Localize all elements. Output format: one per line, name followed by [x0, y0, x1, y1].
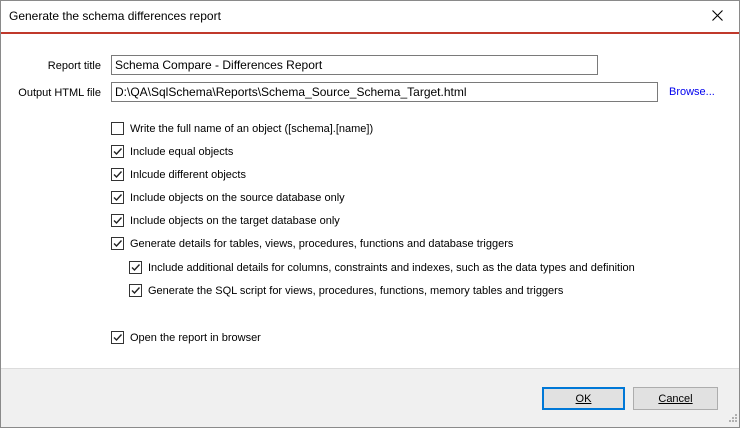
checkbox[interactable] [111, 168, 124, 181]
browse-link[interactable]: Browse... [669, 86, 715, 98]
option-equal-objects[interactable]: Include equal objects [111, 144, 233, 159]
checkbox[interactable] [111, 214, 124, 227]
option-open-browser[interactable]: Open the report in browser [111, 330, 261, 345]
option-label: Open the report in browser [130, 331, 261, 344]
resize-grip-icon[interactable] [727, 412, 737, 425]
option-different-objects[interactable]: Inlcude different objects [111, 167, 246, 182]
footer-separator [1, 368, 739, 369]
report-title-label: Report title [47, 60, 101, 72]
option-label: Write the full name of an object ([schem… [130, 122, 374, 135]
checkbox[interactable] [111, 331, 124, 344]
option-generate-details[interactable]: Generate details for tables, views, proc… [111, 236, 513, 251]
output-file-label: Output HTML file [18, 87, 101, 99]
close-button[interactable] [695, 1, 739, 32]
option-target-only[interactable]: Include objects on the target database o… [111, 213, 340, 228]
report-dialog: Generate the schema differences report R… [0, 0, 740, 428]
checkbox[interactable] [111, 237, 124, 250]
option-sql-script[interactable]: Generate the SQL script for views, proce… [129, 283, 563, 298]
checkbox[interactable] [111, 191, 124, 204]
report-title-input[interactable]: Schema Compare - Differences Report [111, 55, 598, 75]
option-label: Include objects on the target database o… [130, 214, 340, 227]
check-mark-icon [113, 217, 123, 225]
option-label: Generate details for tables, views, proc… [130, 237, 514, 250]
checkbox[interactable] [111, 145, 124, 158]
check-mark-icon [131, 287, 141, 295]
checkbox[interactable] [129, 284, 142, 297]
checkbox[interactable] [111, 122, 124, 135]
check-mark-icon [113, 171, 123, 179]
check-mark-icon [113, 240, 123, 248]
option-label: Include additional details for columns, … [148, 261, 635, 274]
close-icon [711, 9, 723, 24]
check-mark-icon [131, 264, 141, 272]
title-bar: Generate the schema differences report [1, 1, 739, 32]
checkbox[interactable] [129, 261, 142, 274]
check-mark-icon [113, 194, 123, 202]
option-label: Include equal objects [130, 145, 234, 158]
output-file-input[interactable]: D:\QA\SqlSchema\Reports\Schema_Source_Sc… [111, 82, 658, 102]
option-full-name[interactable]: Write the full name of an object ([schem… [111, 121, 373, 136]
ok-button-label: OK [575, 392, 592, 405]
ok-button[interactable]: OK [542, 387, 625, 410]
option-label: Inlcude different objects [130, 168, 246, 181]
window-title: Generate the schema differences report [9, 9, 221, 23]
cancel-button[interactable]: Cancel [633, 387, 718, 410]
option-additional-details[interactable]: Include additional details for columns, … [129, 260, 635, 275]
option-source-only[interactable]: Include objects on the source database o… [111, 190, 345, 205]
option-label: Include objects on the source database o… [130, 191, 345, 204]
cancel-button-label: Cancel [658, 392, 693, 405]
check-mark-icon [113, 334, 123, 342]
check-mark-icon [113, 148, 123, 156]
option-label: Generate the SQL script for views, proce… [148, 284, 564, 297]
